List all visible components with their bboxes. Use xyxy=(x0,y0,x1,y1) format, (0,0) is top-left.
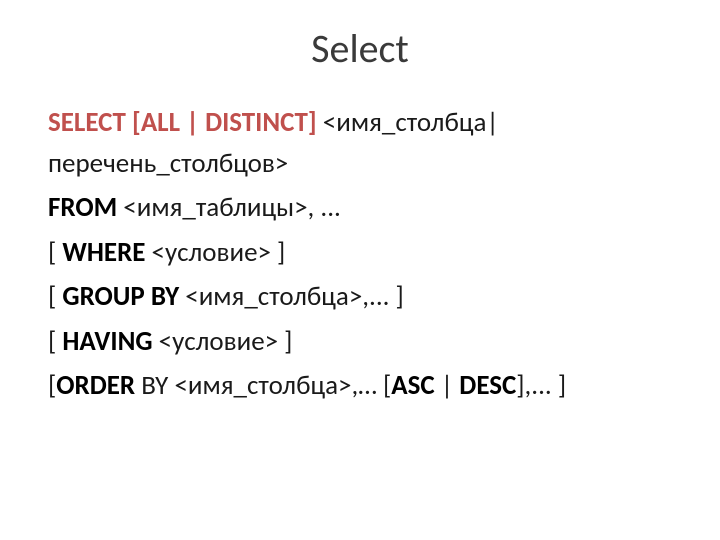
keyword-all: ALL xyxy=(141,106,180,139)
slide-body: SELECT [ALL | DISTINCT] <имя_столбца| пе… xyxy=(48,103,672,407)
slide-title: Select xyxy=(48,24,672,73)
bracket-open: [ xyxy=(132,106,141,139)
keyword-where: WHERE xyxy=(62,236,145,269)
keyword-desc: DESC xyxy=(459,369,516,402)
syntax-line-5: [ HAVING <условие> ] xyxy=(48,322,672,363)
pipe: | xyxy=(435,369,460,402)
bracket-open: [ xyxy=(48,280,62,313)
text: <имя_таблицы>, ... xyxy=(117,191,341,224)
bracket-open: [ xyxy=(48,236,62,269)
keyword-by: BY xyxy=(135,369,174,402)
syntax-line-1: SELECT [ALL | DISTINCT] <имя_столбца| пе… xyxy=(48,103,672,184)
keyword-having: HAVING xyxy=(62,325,152,358)
pipe: | xyxy=(180,106,205,139)
keyword-from: FROM xyxy=(48,191,117,224)
text: <имя_столбца>,... ] xyxy=(179,280,404,313)
bracket-open: [ xyxy=(48,325,62,358)
syntax-line-3: [ WHERE <условие> ] xyxy=(48,233,672,274)
slide: Select SELECT [ALL | DISTINCT] <имя_стол… xyxy=(0,0,720,540)
keyword-distinct: DISTINCT xyxy=(205,106,308,139)
bracket-close: ] xyxy=(308,106,317,139)
keyword-group-by: GROUP BY xyxy=(62,280,179,313)
keyword-order: ORDER xyxy=(56,369,135,402)
keyword-select: SELECT xyxy=(48,106,126,139)
text: <условие> ] xyxy=(145,236,285,269)
text: ],... ] xyxy=(516,369,566,402)
syntax-line-6: [ORDER BY <имя_столбца>,… [ASC | DESC],.… xyxy=(48,366,672,407)
text: <условие> ] xyxy=(153,325,293,358)
syntax-line-4: [ GROUP BY <имя_столбца>,... ] xyxy=(48,277,672,318)
text: <имя_столбца>,… [ xyxy=(174,369,391,402)
syntax-line-2: FROM <имя_таблицы>, ... xyxy=(48,188,672,229)
keyword-asc: ASC xyxy=(391,369,434,402)
